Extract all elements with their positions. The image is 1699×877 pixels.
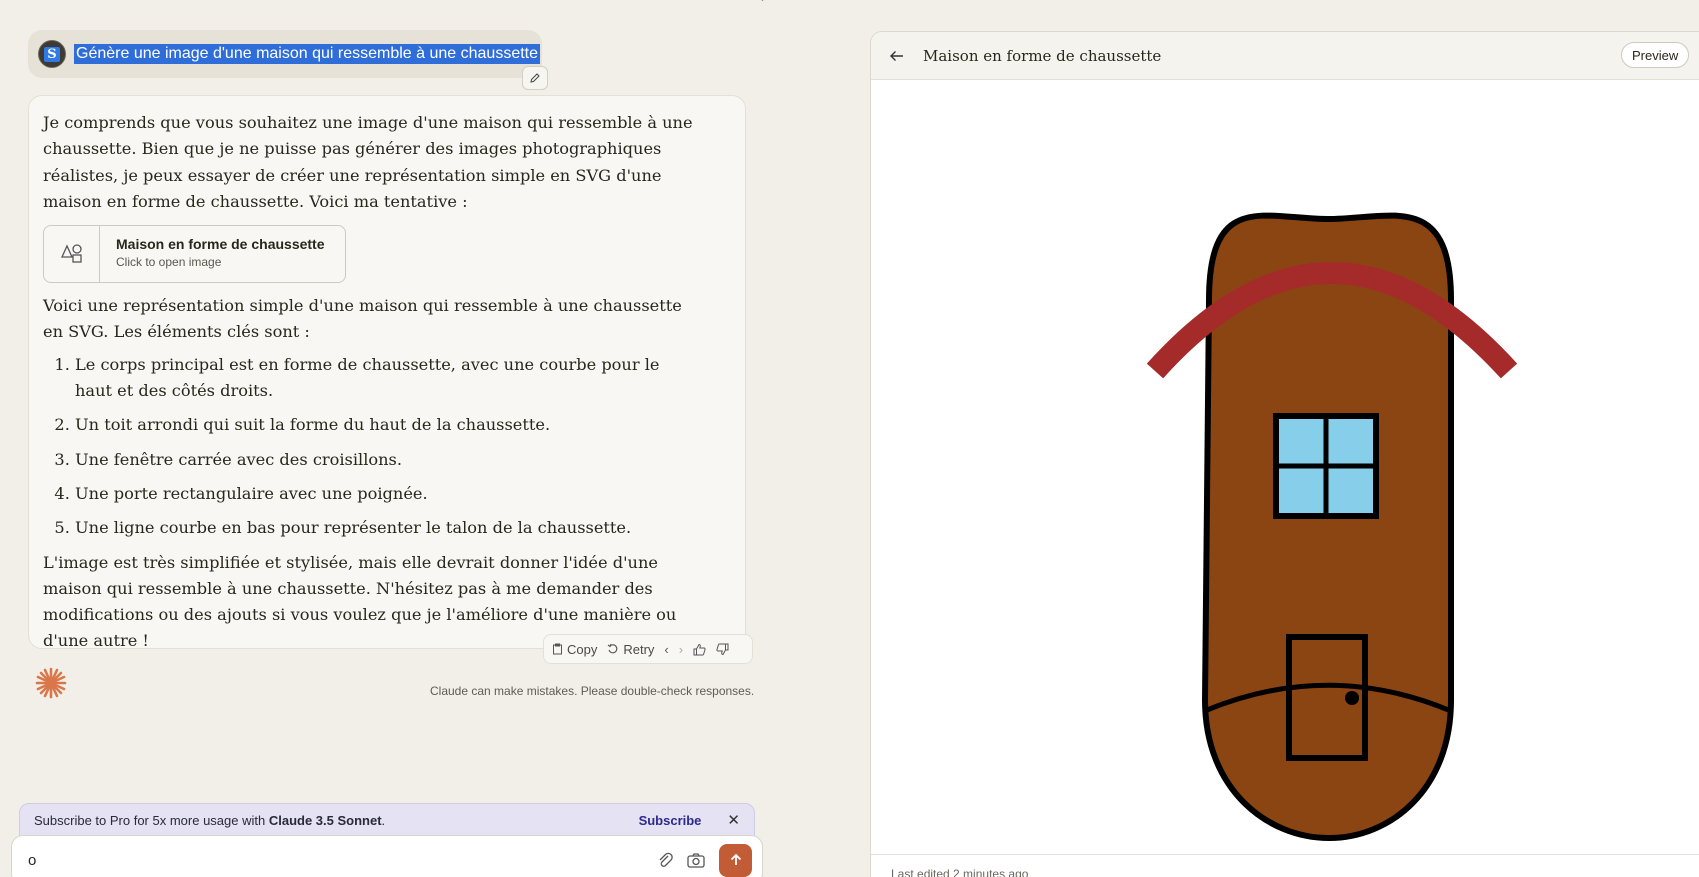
artifact-preview	[871, 80, 1699, 877]
user-avatar[interactable]: S	[38, 40, 66, 68]
chevron-right-icon[interactable]: ›	[679, 642, 683, 657]
edit-message-button[interactable]	[522, 66, 548, 90]
pencil-icon	[530, 73, 540, 83]
list-item: Un toit arrondi qui suit la forme du hau…	[75, 412, 685, 438]
artifact-card[interactable]: Maison en forme de chaussette Click to o…	[43, 225, 346, 284]
subscribe-banner: Subscribe to Pro for 5x more usage with …	[19, 803, 755, 837]
preview-button[interactable]: Preview	[1621, 42, 1690, 68]
message-input-bar	[11, 835, 763, 877]
user-message-text: Génère une image d'une maison qui ressem…	[74, 44, 541, 64]
artifact-panel: Maison en forme de chaussette Preview La…	[870, 31, 1699, 877]
thumbs-up-icon[interactable]	[693, 643, 706, 656]
assistant-intro: Je comprends que vous souhaitez une imag…	[43, 113, 693, 211]
list-item: Une ligne courbe en bas pour représenter…	[75, 515, 685, 541]
disclaimer-text: Claude can make mistakes. Please double-…	[430, 684, 755, 698]
retry-label: Retry	[623, 641, 655, 657]
arrow-up-icon	[730, 853, 741, 865]
subscribe-link[interactable]: Subscribe	[639, 813, 702, 828]
chevron-left-icon[interactable]: ‹	[664, 642, 668, 657]
artifact-subtitle: Click to open image	[116, 255, 222, 270]
thumbs-down-icon[interactable]	[716, 643, 729, 656]
camera-icon[interactable]	[687, 852, 705, 868]
retry-button[interactable]: Retry	[607, 642, 654, 657]
assistant-message: Je comprends que vous souhaitez une imag…	[28, 95, 746, 650]
elements-intro: Voici une représentation simple d'une ma…	[43, 296, 682, 342]
door-handle	[1345, 691, 1359, 705]
message-input[interactable]	[28, 851, 628, 869]
list-item: Une fenêtre carrée avec des croisillons.	[75, 447, 685, 473]
user-message: S Génère une image d'une maison qui ress…	[28, 30, 542, 78]
copy-label: Copy	[567, 641, 598, 657]
artifact-title: Maison en forme de chaussette	[116, 236, 325, 253]
top-title-sliver: ·	[760, 0, 765, 9]
subscribe-text: Subscribe to Pro for 5x more usage with …	[34, 812, 386, 828]
sock-house-image	[1146, 212, 1518, 842]
elements-list: Le corps principal est en forme de chaus…	[43, 352, 731, 542]
clipboard-icon	[553, 643, 562, 655]
list-item: Une porte rectangulaire avec une poignée…	[75, 481, 685, 507]
retry-icon	[608, 643, 618, 654]
panel-footer-divider	[871, 854, 1699, 855]
paperclip-icon[interactable]	[657, 851, 673, 869]
close-icon[interactable]: ✕	[727, 811, 740, 829]
copy-button[interactable]: Copy	[552, 642, 597, 657]
back-arrow-icon[interactable]	[887, 49, 907, 63]
list-item: Le corps principal est en forme de chaus…	[75, 352, 685, 405]
message-actions: Copy Retry ‹ ›	[543, 634, 753, 664]
claude-logo-icon	[35, 667, 67, 699]
panel-header: Maison en forme de chaussette	[871, 32, 1699, 80]
last-edited-text: Last edited 2 minutes ago	[891, 867, 1029, 877]
send-button[interactable]	[719, 843, 752, 877]
shapes-icon	[44, 226, 100, 283]
panel-title: Maison en forme de chaussette	[923, 46, 1162, 65]
